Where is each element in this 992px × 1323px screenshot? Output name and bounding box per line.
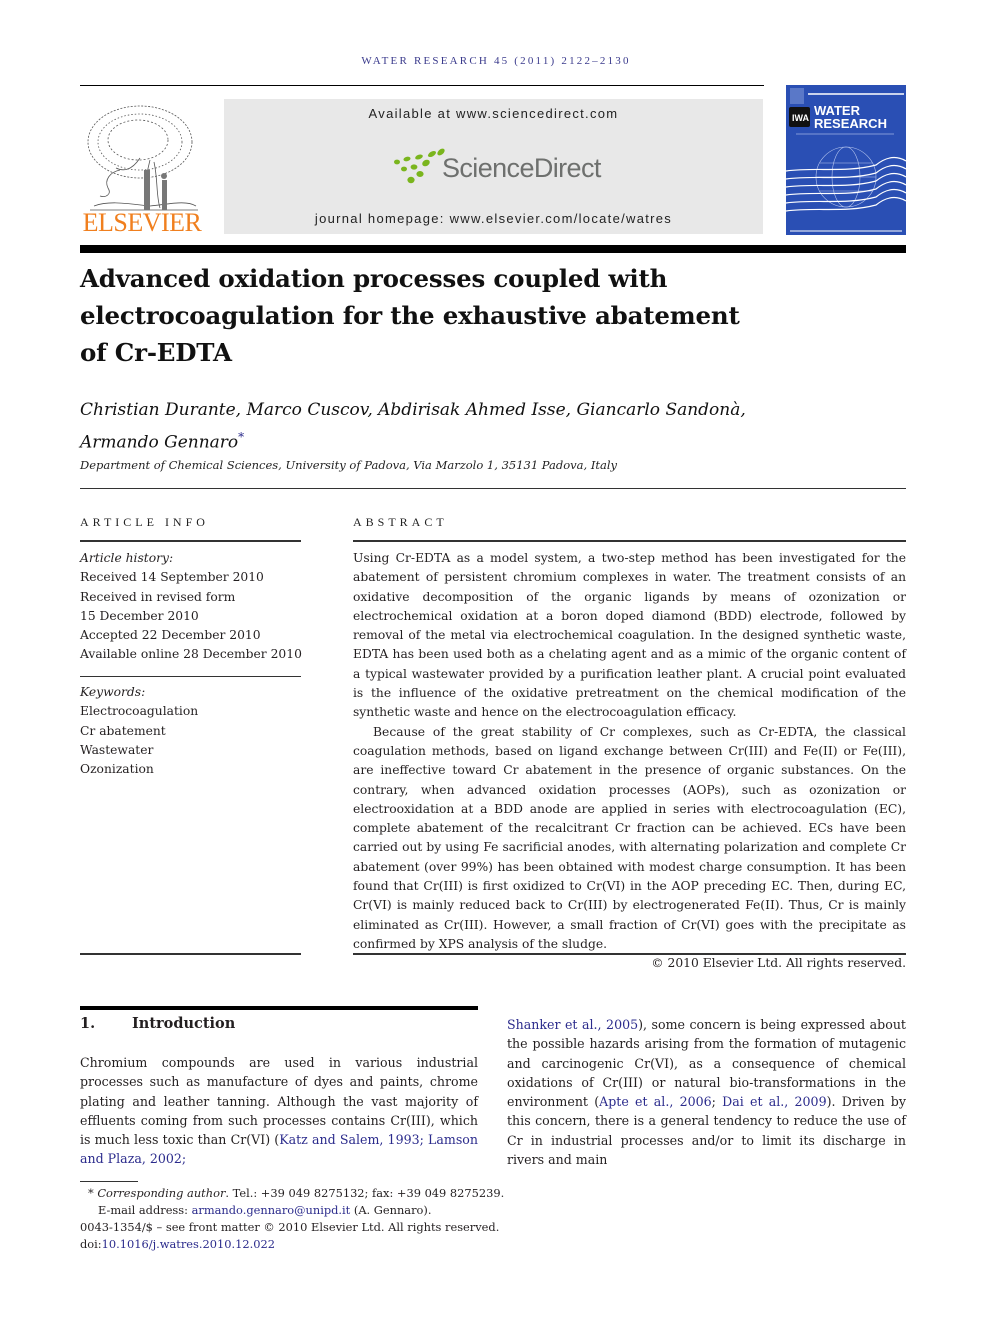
footnote-rule [80,1181,138,1182]
elsevier-mini-logo-icon [790,88,804,104]
keyword: Ozonization [80,762,154,777]
citation-link[interactable]: Dai et al., 2009 [722,1094,826,1109]
journal-homepage-link[interactable]: journal homepage: www.elsevier.com/locat… [224,211,763,226]
contact-info: . Tel.: +39 049 8275132; fax: +39 049 82… [225,1186,505,1200]
email-label: E-mail address: [98,1203,192,1217]
abstract-rule [353,540,906,542]
available-at-link[interactable]: Available at www.sciencedirect.com [224,106,763,121]
article-title: Advanced oxidation processes coupled wit… [80,260,800,371]
article-info: Article history: Received 14 September 2… [80,549,302,665]
citation-separator: ; [711,1094,723,1110]
history-item: Accepted 22 December 2010 [80,628,261,643]
abstract-body: Using Cr-EDTA as a model system, a two-s… [353,549,906,974]
history-item: Received in revised form [80,589,236,604]
cover-title-line2: RESEARCH [814,116,887,131]
keywords-rule [80,676,301,677]
section-heading-introduction: 1. Introduction [80,1015,235,1032]
section-divider [80,488,906,489]
abstract-copyright: © 2010 Elsevier Ltd. All rights reserved… [651,956,906,971]
citation-link[interactable]: Apte et al., 2006 [599,1094,712,1109]
keyword: Wastewater [80,742,154,757]
abstract-paragraph: Because of the great stability of Cr com… [353,724,906,951]
introduction-left-column: Chromium compounds are used in various i… [80,1053,478,1169]
sciencedirect-wordmark: ScienceDirect [442,153,601,183]
affiliation: Department of Chemical Sciences, Univers… [80,458,618,472]
abstract-bottom-rule [353,953,906,955]
article-info-heading: ARTICLE INFO [80,515,209,529]
history-item: Available online 28 December 2010 [80,647,302,662]
author-list: Christian Durante, Marco Cuscov, Abdiris… [80,397,910,457]
keywords: Keywords: Electrocoagulation Cr abatemen… [80,683,302,779]
title-line: of Cr-EDTA [80,338,232,367]
history-item: Received 14 September 2010 [80,570,264,585]
title-line: electrocoagulation for the exhaustive ab… [80,301,740,330]
article-info-rule [80,540,301,542]
abstract-paragraph: Using Cr-EDTA as a model system, a two-s… [353,551,906,720]
title-line: Advanced oxidation processes coupled wit… [80,264,668,293]
iwa-badge-text: IWA [792,113,809,123]
doi-link[interactable]: 10.1016/j.watres.2010.12.022 [102,1237,275,1251]
authors-line1: Christian Durante, Marco Cuscov, Abdiris… [80,400,746,420]
citation-link[interactable]: Shanker et al., 2005 [507,1017,638,1032]
issn-line: 0043-1354/$ – see front matter © 2010 El… [80,1220,500,1234]
history-label: Article history: [80,551,174,565]
header-top-rule [80,85,764,86]
header-thick-rule [80,245,906,253]
introduction-right-column: Shanker et al., 2005), some concern is b… [507,1015,906,1169]
doi-label: doi: [80,1237,102,1251]
section-number: 1. [80,1015,96,1032]
section-title: Introduction [132,1015,236,1032]
keyword: Cr abatement [80,723,166,738]
article-info-bottom-rule [80,953,301,955]
journal-cover-art: IWA WATER RESEARCH [786,85,906,235]
keywords-label: Keywords: [80,685,146,699]
authors-line2: Armando Gennaro [80,432,239,453]
corresponding-author-label: Corresponding author [97,1186,226,1200]
introduction-rule [80,1006,478,1010]
elsevier-wordmark: ELSEVIER [82,208,202,237]
abstract-heading: ABSTRACT [353,515,448,529]
email-link[interactable]: armando.gennaro@unipd.it [192,1203,351,1217]
journal-cover-image: IWA WATER RESEARCH [786,85,906,235]
footnotes: * Corresponding author. Tel.: +39 049 82… [80,1185,560,1253]
email-suffix: (A. Gennaro). [350,1203,432,1217]
keyword: Electrocoagulation [80,704,199,719]
footnote-star: * [88,1186,94,1200]
running-head: WATER RESEARCH 45 (2011) 2122–2130 [361,55,631,67]
history-item: 15 December 2010 [80,608,199,623]
corresponding-author-marker[interactable]: * [238,430,244,444]
